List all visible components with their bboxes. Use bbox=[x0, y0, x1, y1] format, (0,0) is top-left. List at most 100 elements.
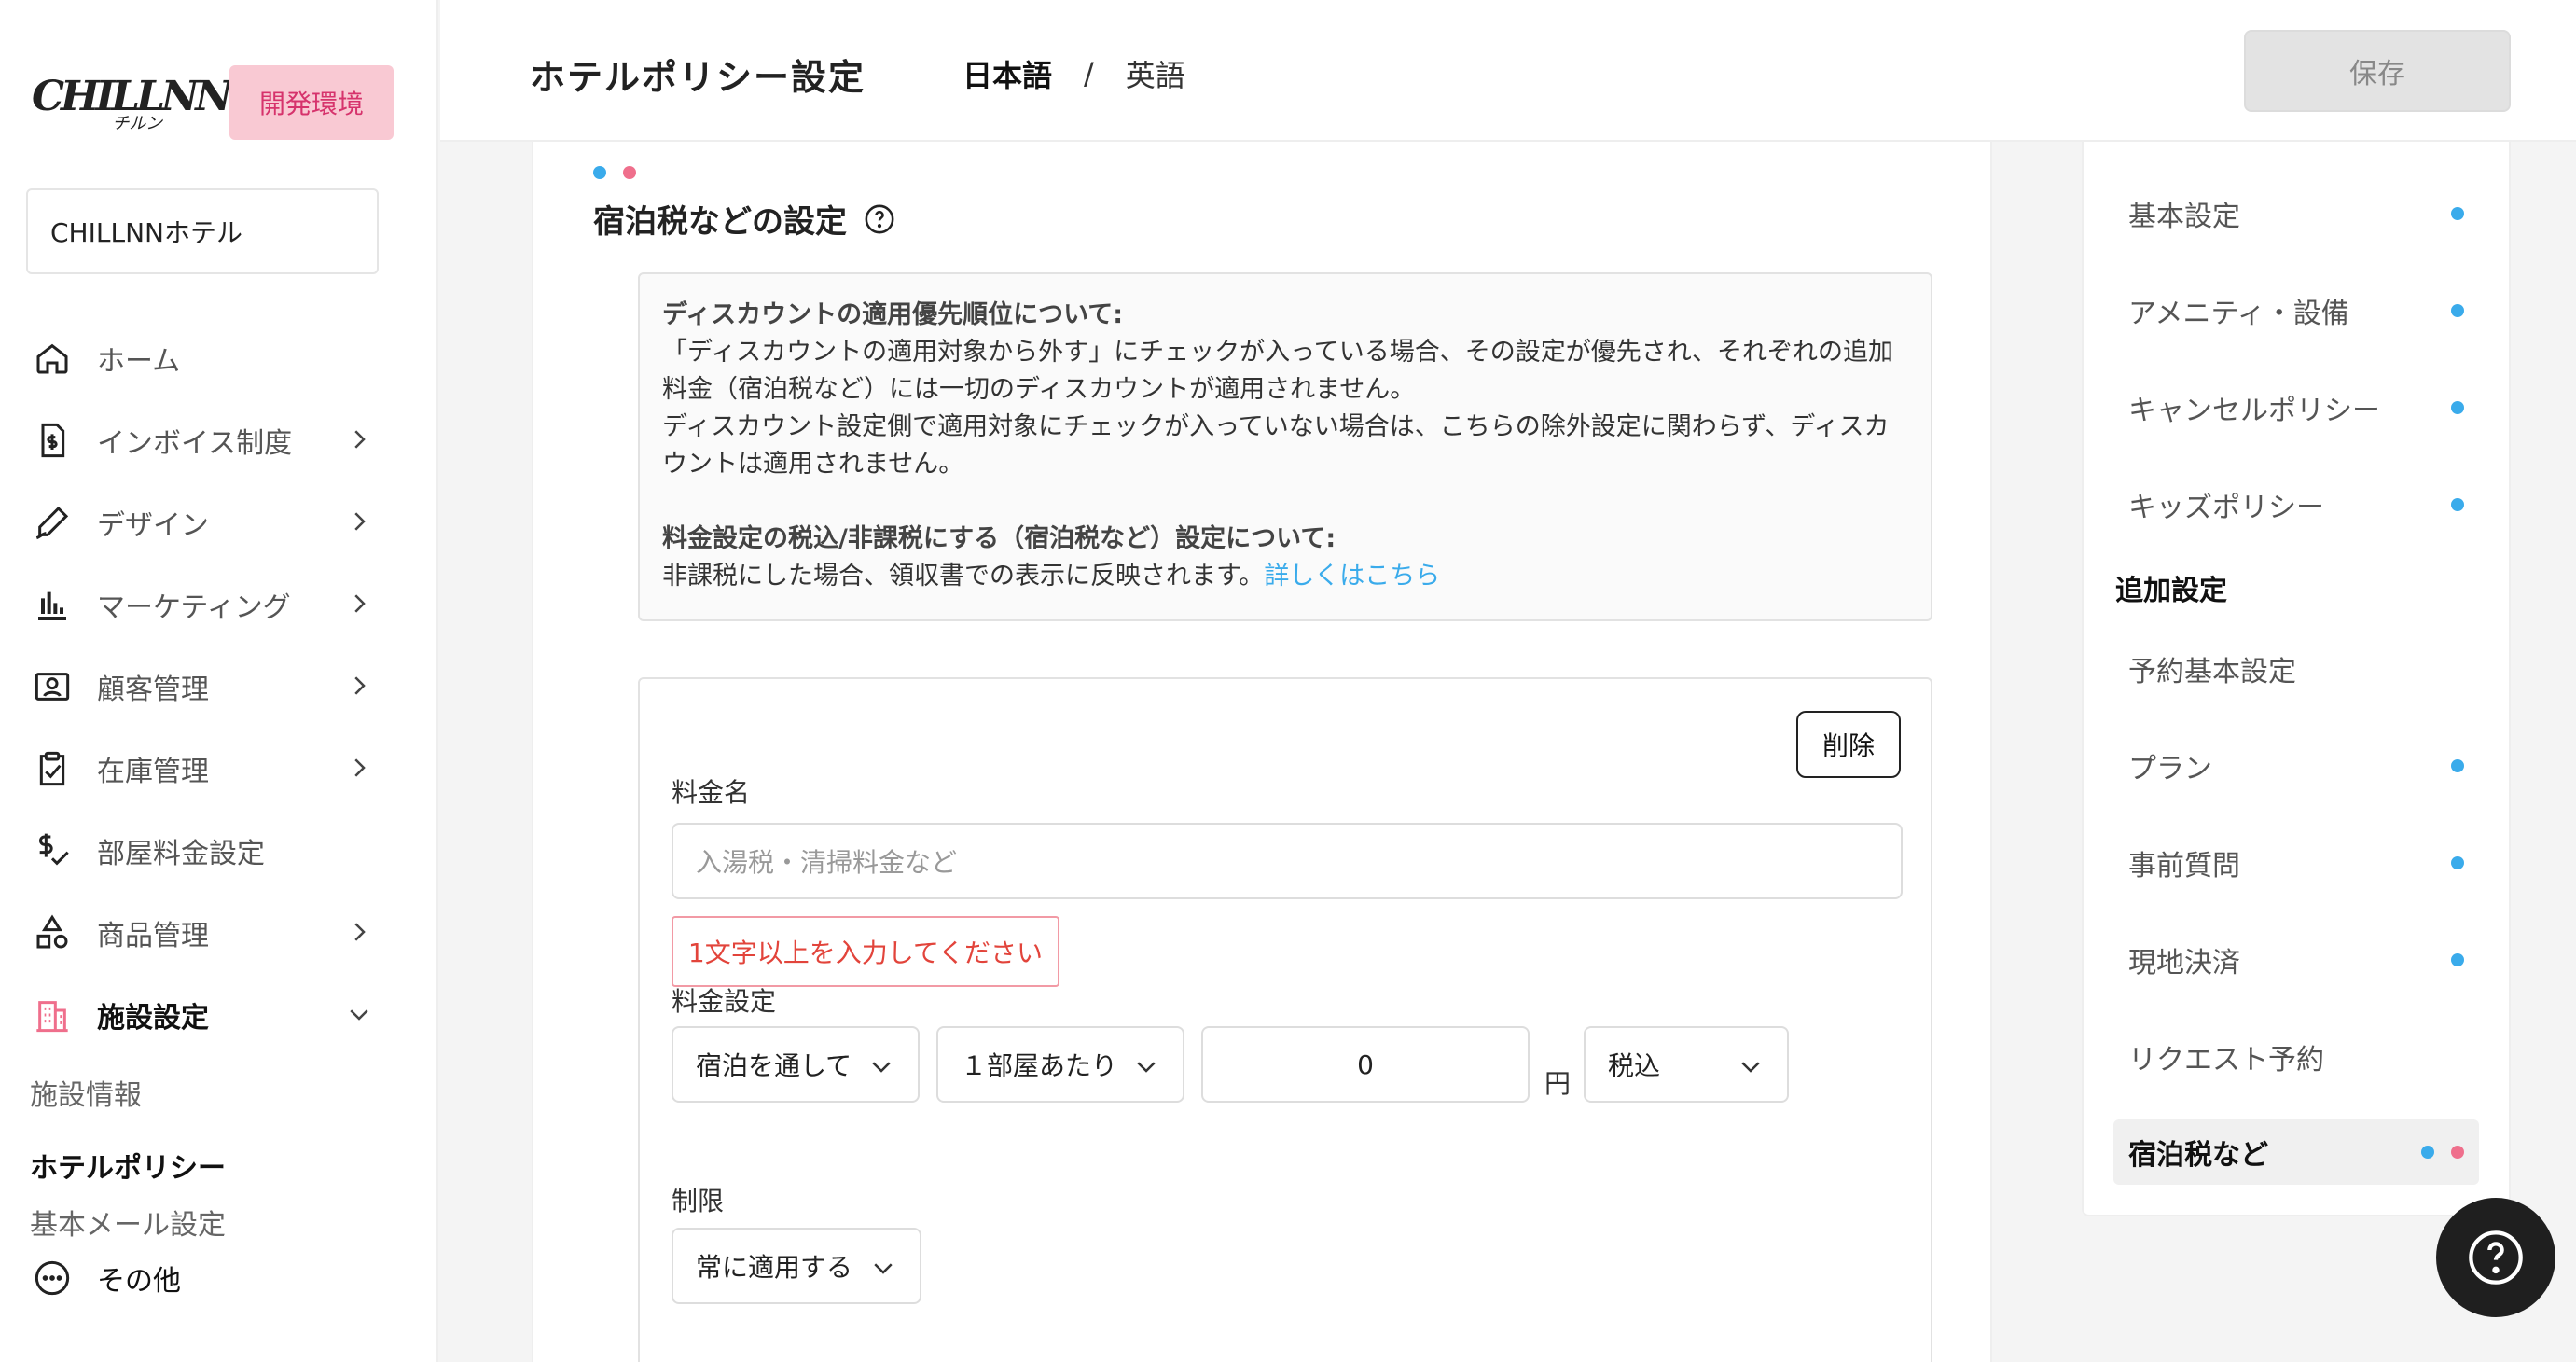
tax-select[interactable]: 税込 bbox=[1584, 1026, 1789, 1103]
period-select[interactable]: 宿泊を通して bbox=[672, 1026, 920, 1103]
section-nav-plan[interactable]: プラン bbox=[2113, 733, 2479, 799]
status-dot-blue bbox=[2451, 207, 2464, 220]
sidebar-item-products[interactable]: 商品管理 bbox=[0, 892, 438, 974]
main-content: 宿泊税などの設定 ディスカウントの適用優先順位について: 「ディスカウントの適用… bbox=[532, 142, 1992, 1362]
sidebar-item-design[interactable]: デザイン bbox=[0, 481, 438, 563]
save-button[interactable]: 保存 bbox=[2244, 30, 2511, 112]
pen-icon bbox=[32, 502, 73, 543]
sidebar-item-label: デザイン bbox=[97, 509, 209, 542]
sidebar-item-marketing[interactable]: マーケティング bbox=[0, 563, 438, 646]
status-dot-blue bbox=[2451, 401, 2464, 414]
status-dots bbox=[593, 166, 636, 179]
settings-section-nav: 基本設定 アメニティ・設備 キャンセルポリシー キッズポリシー 追加設定 予約基… bbox=[2082, 142, 2511, 1216]
section-nav-cancel-policy[interactable]: キャンセルポリシー bbox=[2113, 375, 2479, 440]
notice-paragraph-1: 「ディスカウントの適用対象から外す」にチェックが入っている場合、その設定が優先さ… bbox=[662, 338, 1894, 404]
sidebar-item-label: インボイス制度 bbox=[97, 427, 293, 460]
page-title: ホテルポリシー設定 bbox=[530, 57, 866, 98]
chevron-right-icon bbox=[354, 923, 366, 941]
sidebar-subitem-mail-settings[interactable]: 基本メール設定 bbox=[0, 1202, 438, 1250]
section-nav-label: 予約基本設定 bbox=[2128, 656, 2296, 688]
sidebar-item-customers[interactable]: 顧客管理 bbox=[0, 646, 438, 728]
chevron-right-icon bbox=[354, 512, 366, 531]
amount-input[interactable]: 0 bbox=[1201, 1026, 1530, 1103]
section-nav-label: 宿泊税など bbox=[2128, 1139, 2268, 1172]
chillnn-logo[interactable]: CHILLNN チルン bbox=[32, 62, 232, 146]
chevron-down-icon bbox=[872, 1062, 891, 1073]
section-nav-basic[interactable]: 基本設定 bbox=[2113, 181, 2479, 246]
sidebar-subitem-hotel-policy[interactable]: ホテルポリシー bbox=[0, 1129, 438, 1202]
fee-item-card: 削除 料金名 入湯税・清掃料金など 料金設定 1文字以上を入力してください 宿泊… bbox=[638, 677, 1932, 1362]
section-nav-label: 現地決済 bbox=[2128, 947, 2240, 980]
invoice-icon bbox=[32, 420, 73, 461]
details-link[interactable]: 詳しくはこちら bbox=[1264, 562, 1440, 591]
section-nav-label: キッズポリシー bbox=[2128, 492, 2324, 524]
home-icon bbox=[32, 338, 73, 379]
sidebar-item-facility-settings[interactable]: 施設設定 bbox=[0, 974, 438, 1056]
sidebar-item-label: ホーム bbox=[97, 345, 181, 378]
help-circle-icon[interactable] bbox=[864, 203, 895, 235]
section-nav-label: 基本設定 bbox=[2128, 201, 2240, 233]
section-nav-amenities[interactable]: アメニティ・設備 bbox=[2113, 278, 2479, 343]
status-dot-blue bbox=[593, 166, 606, 179]
notice-heading-1: ディスカウントの適用優先順位について: bbox=[662, 300, 1124, 329]
sidebar-subitem-facility-info[interactable]: 施設情報 bbox=[0, 1056, 438, 1129]
dollar-check-icon bbox=[32, 830, 73, 871]
status-dot-blue bbox=[2451, 856, 2464, 869]
limit-label: 制限 bbox=[672, 1186, 725, 1216]
fee-name-input[interactable]: 入湯税・清掃料金など bbox=[672, 823, 1903, 899]
yen-unit-label: 円 bbox=[1544, 1068, 1572, 1099]
section-nav-label: アメニティ・設備 bbox=[2128, 298, 2349, 330]
contact-card-icon bbox=[32, 666, 73, 707]
sidebar-item-room-rates[interactable]: 部屋料金設定 bbox=[0, 810, 438, 892]
section-nav-label: プラン bbox=[2128, 753, 2212, 785]
tax-select-value: 税込 bbox=[1608, 1050, 1661, 1081]
sidebar-item-home[interactable]: ホーム bbox=[0, 317, 438, 399]
delete-button[interactable]: 削除 bbox=[1796, 711, 1901, 778]
sidebar-item-inventory[interactable]: 在庫管理 bbox=[0, 728, 438, 810]
status-dot-blue bbox=[2421, 1146, 2434, 1159]
sidebar-item-label: 部屋料金設定 bbox=[97, 838, 265, 870]
sidebar: CHILLNN チルン 開発環境 CHILLNNホテル ホーム インボイス制度 … bbox=[0, 0, 438, 1362]
top-header: ホテルポリシー設定 日本語 / 英語 保存 bbox=[440, 0, 2576, 142]
section-title: 宿泊税などの設定 bbox=[593, 196, 895, 242]
sidebar-item-label: 商品管理 bbox=[97, 920, 209, 952]
chevron-right-icon bbox=[354, 430, 366, 449]
sidebar-item-label: マーケティング bbox=[97, 591, 291, 624]
status-dot-blue bbox=[2451, 304, 2464, 317]
status-dot-blue bbox=[2451, 759, 2464, 772]
unit-select-value: １部屋あたり bbox=[961, 1050, 1118, 1081]
section-nav-request-booking[interactable]: リクエスト予約 bbox=[2113, 1024, 2479, 1090]
notice-paragraph-3-row: 非課税にした場合、領収書での表示に反映されます。詳しくはこちら bbox=[662, 558, 1908, 595]
sidebar-item-other[interactable]: その他 bbox=[0, 1250, 438, 1306]
limit-select[interactable]: 常に適用する bbox=[672, 1228, 921, 1304]
section-title-text: 宿泊税などの設定 bbox=[593, 203, 847, 241]
unit-select[interactable]: １部屋あたり bbox=[936, 1026, 1184, 1103]
help-circle-icon bbox=[2469, 1230, 2523, 1285]
sidebar-item-invoice[interactable]: インボイス制度 bbox=[0, 399, 438, 481]
section-nav-accommodation-tax[interactable]: 宿泊税など bbox=[2113, 1119, 2479, 1185]
help-button[interactable] bbox=[2436, 1198, 2555, 1317]
fee-name-label: 料金名 bbox=[672, 777, 751, 808]
validation-error: 1文字以上を入力してください bbox=[672, 916, 1059, 987]
status-dot-blue bbox=[2451, 498, 2464, 511]
status-dot-blue bbox=[2451, 953, 2464, 966]
status-dot-pink bbox=[2451, 1146, 2464, 1159]
section-nav-pre-questions[interactable]: 事前質問 bbox=[2113, 830, 2479, 896]
section-nav-onsite-payment[interactable]: 現地決済 bbox=[2113, 927, 2479, 993]
clipboard-check-icon bbox=[32, 748, 73, 789]
notice-paragraph-3: 非課税にした場合、領収書での表示に反映されます。 bbox=[662, 562, 1265, 591]
section-nav-label: リクエスト予約 bbox=[2128, 1044, 2324, 1077]
notice-paragraph-2: ディスカウント設定側で適用対象にチェックが入っていない場合は、こちらの除外設定に… bbox=[662, 412, 1890, 479]
section-nav-heading: 追加設定 bbox=[2115, 575, 2227, 607]
lang-en-tab[interactable]: 英語 bbox=[1126, 52, 1185, 95]
lang-ja-tab[interactable]: 日本語 bbox=[963, 52, 1052, 95]
price-setting-label: 料金設定 bbox=[672, 986, 777, 1017]
chevron-right-icon bbox=[354, 676, 366, 695]
section-nav-kids-policy[interactable]: キッズポリシー bbox=[2113, 472, 2479, 537]
bar-chart-icon bbox=[32, 584, 73, 625]
notice-heading-2: 料金設定の税込/非課税にする（宿泊税など）設定について: bbox=[662, 524, 1336, 553]
section-nav-booking-basic[interactable]: 予約基本設定 bbox=[2113, 636, 2479, 702]
hotel-selector[interactable]: CHILLNNホテル bbox=[26, 188, 379, 274]
chevron-down-icon bbox=[1137, 1062, 1156, 1073]
env-badge: 開発環境 bbox=[229, 65, 394, 140]
